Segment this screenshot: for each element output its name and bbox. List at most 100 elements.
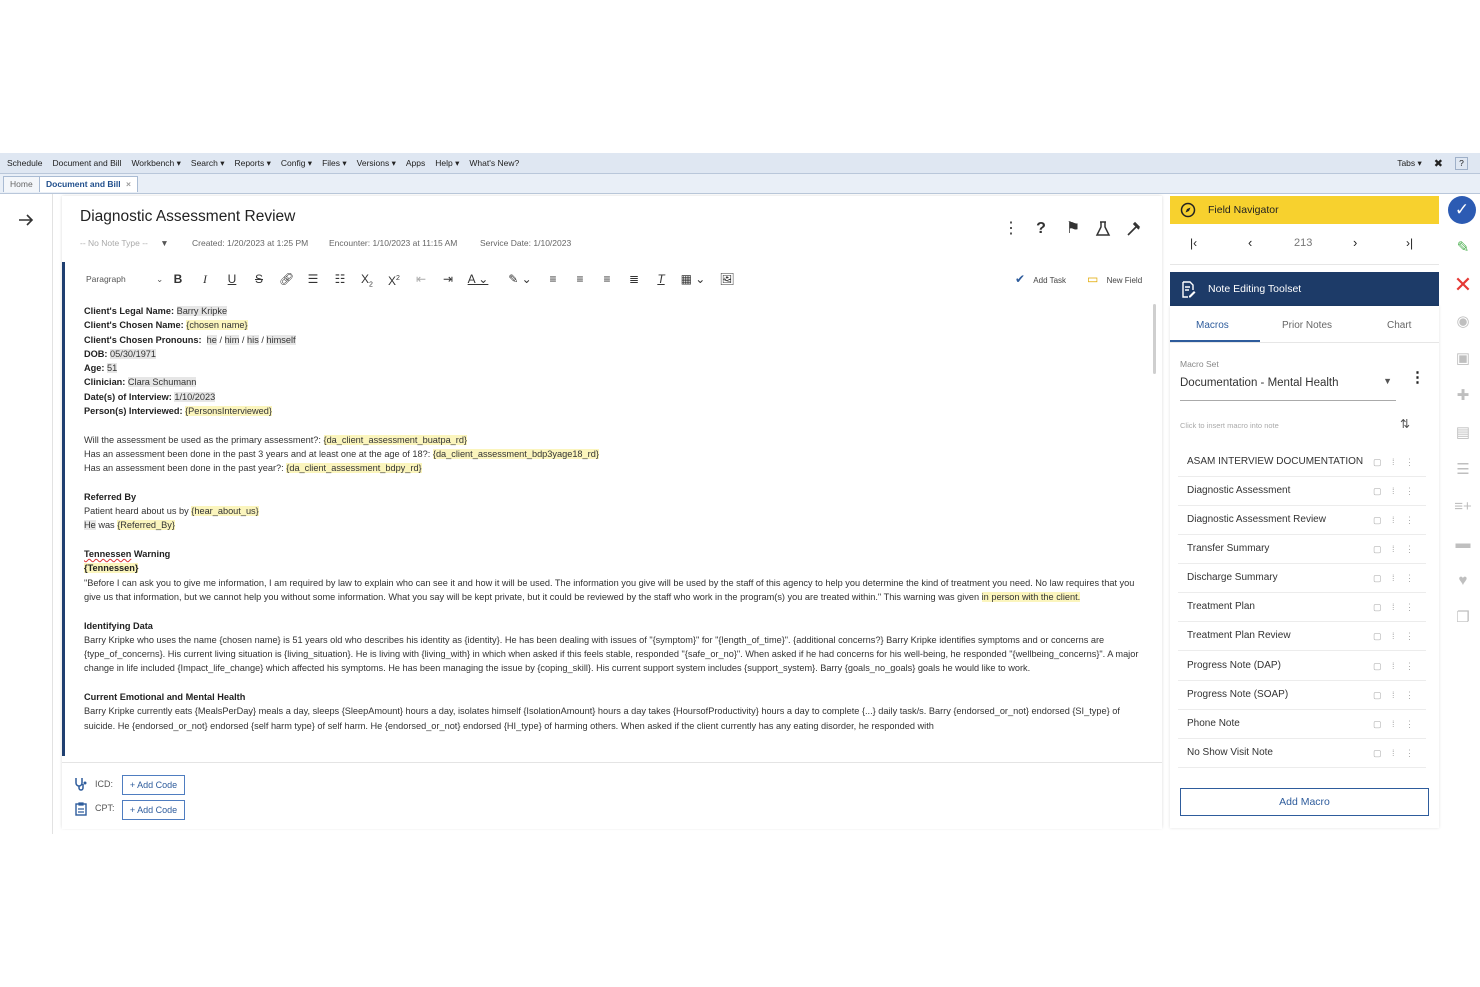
add-macro-button[interactable]: Add Macro — [1180, 788, 1429, 816]
align-center-icon[interactable]: ≡ — [573, 270, 587, 288]
macro-set-select[interactable]: Documentation - Mental Health ▼ — [1180, 372, 1396, 401]
menu-help[interactable]: Help ▾ — [435, 158, 459, 169]
menu-apps[interactable]: Apps — [406, 158, 425, 168]
pencil-icon[interactable]: ✎ — [1453, 238, 1473, 258]
new-field-button[interactable]: ▭ New Field — [1087, 272, 1142, 286]
macro-actions-icon[interactable]: ▢ ⁞ ⋮ — [1373, 506, 1418, 534]
menu-schedule[interactable]: Schedule — [7, 158, 42, 168]
table-icon[interactable]: ▦ ⌄ — [680, 270, 706, 288]
sort-icon[interactable]: ⇅ — [1400, 417, 1410, 431]
font-color-icon[interactable]: A ⌄ — [466, 270, 490, 288]
lab-flask-icon[interactable] — [1095, 221, 1111, 237]
question-icon[interactable]: ? — [1031, 219, 1051, 239]
macro-item[interactable]: Progress Note (SOAP) ▢ ⁞ ⋮ — [1178, 681, 1426, 710]
strikethrough-icon[interactable]: S — [253, 270, 265, 288]
underline-icon[interactable]: U — [226, 270, 238, 288]
macro-actions-icon[interactable]: ▢ ⁞ ⋮ — [1373, 477, 1418, 505]
macro-actions-icon[interactable]: ▢ ⁞ ⋮ — [1373, 739, 1418, 767]
macro-actions-icon[interactable]: ▢ ⁞ ⋮ — [1373, 622, 1418, 650]
tab-document-and-bill[interactable]: Document and Bill × — [39, 176, 138, 192]
macro-item[interactable]: Discharge Summary ▢ ⁞ ⋮ — [1178, 564, 1426, 593]
macro-actions-icon[interactable]: ▢ ⁞ ⋮ — [1373, 681, 1418, 709]
macro-item[interactable]: ASAM INTERVIEW DOCUMENTATION ▢ ⁞ ⋮ — [1178, 448, 1426, 477]
field-navigator-controls: |‹ ‹ 213 › ›| — [1170, 224, 1439, 265]
more-options-icon[interactable]: ⋮ — [1410, 368, 1425, 386]
link-icon[interactable]: 🔗︎ — [279, 270, 294, 288]
more-options-icon[interactable]: ⋮ — [1001, 219, 1021, 239]
bullet-list-icon[interactable]: ☷ — [333, 270, 347, 288]
subscript-icon[interactable]: X2 — [359, 270, 375, 288]
note-icon[interactable]: ▬ — [1453, 534, 1473, 554]
menu-workbench[interactable]: Workbench ▾ — [131, 158, 180, 169]
menu-files[interactable]: Files ▾ — [322, 158, 347, 169]
flag-icon[interactable]: ⚑ — [1063, 219, 1083, 239]
paragraph-select[interactable]: Paragraph ⌄ — [86, 270, 163, 288]
medical-plus-icon[interactable]: ✚ — [1453, 386, 1473, 406]
numbered-list-icon[interactable]: ☰ — [306, 270, 320, 288]
macro-item[interactable]: No Show Visit Note ▢ ⁞ ⋮ — [1178, 739, 1426, 768]
indent-icon[interactable]: ⇥ — [441, 270, 455, 288]
clear-format-icon[interactable]: T — [654, 270, 668, 288]
macro-item[interactable]: Treatment Plan ▢ ⁞ ⋮ — [1178, 593, 1426, 622]
add-cpt-code-button[interactable]: + Add Code — [122, 800, 185, 820]
close-icon[interactable]: ✕ — [1453, 274, 1473, 296]
bold-icon[interactable]: B — [172, 270, 184, 288]
copy-icon[interactable]: ❐ — [1453, 608, 1473, 628]
macro-actions-icon[interactable]: ▢ ⁞ ⋮ — [1373, 564, 1418, 592]
menu-document-and-bill[interactable]: Document and Bill — [52, 158, 121, 168]
list-icon[interactable]: ☰ — [1453, 460, 1473, 480]
menu-versions[interactable]: Versions ▾ — [357, 158, 396, 169]
menu-reports[interactable]: Reports ▾ — [234, 158, 270, 169]
sign-check-icon[interactable]: ✓ — [1448, 196, 1476, 224]
help-icon[interactable]: ? — [1455, 156, 1468, 170]
user-icon[interactable]: ◉ — [1453, 312, 1473, 332]
new-field-label: New Field — [1106, 276, 1143, 285]
note-type-select[interactable]: -- No Note Type -- ▼ — [80, 238, 169, 248]
macro-item[interactable]: Phone Note ▢ ⁞ ⋮ — [1178, 710, 1426, 739]
add-task-button[interactable]: ✔ Add Task — [1015, 272, 1066, 286]
menu-whats-new[interactable]: What's New? — [469, 158, 519, 168]
align-right-icon[interactable]: ≡ — [600, 270, 614, 288]
tab-macros[interactable]: Macros — [1196, 320, 1229, 331]
next-field-icon[interactable]: › — [1353, 235, 1357, 250]
image-icon[interactable]: 🖼︎ — [719, 270, 735, 288]
macro-actions-icon[interactable]: ▢ ⁞ ⋮ — [1373, 652, 1418, 680]
superscript-icon[interactable]: X2 — [386, 270, 402, 288]
last-field-icon[interactable]: ›| — [1406, 236, 1413, 250]
menu-tabs[interactable]: Tabs ▾ — [1397, 158, 1422, 169]
macro-actions-icon[interactable]: ▢ ⁞ ⋮ — [1373, 593, 1418, 621]
macro-item[interactable]: Treatment Plan Review ▢ ⁞ ⋮ — [1178, 622, 1426, 651]
close-icon[interactable]: × — [126, 179, 131, 189]
outdent-icon[interactable]: ⇤ — [414, 270, 428, 288]
macro-item[interactable]: Diagnostic Assessment ▢ ⁞ ⋮ — [1178, 477, 1426, 506]
add-icd-code-button[interactable]: + Add Code — [122, 775, 185, 795]
note-body[interactable]: Client's Legal Name: Barry Kripke Client… — [84, 304, 1152, 756]
arrow-right-icon[interactable] — [18, 213, 34, 227]
scrollbar[interactable] — [1153, 304, 1156, 374]
menu-config[interactable]: Config ▾ — [281, 158, 312, 169]
macro-item[interactable]: Diagnostic Assessment Review ▢ ⁞ ⋮ — [1178, 506, 1426, 535]
clipboard-icon[interactable]: ▤ — [1453, 423, 1473, 443]
macro-item[interactable]: Transfer Summary ▢ ⁞ ⋮ — [1178, 535, 1426, 564]
menu-search[interactable]: Search ▾ — [191, 158, 225, 169]
tab-prior-notes[interactable]: Prior Notes — [1282, 320, 1332, 331]
macro-actions-icon[interactable]: ▢ ⁞ ⋮ — [1373, 448, 1418, 476]
macro-list: ASAM INTERVIEW DOCUMENTATION ▢ ⁞ ⋮ Diagno… — [1170, 446, 1439, 776]
previous-field-icon[interactable]: ‹ — [1248, 235, 1252, 250]
persons-line: Person(s) Interviewed: {PersonsInterview… — [84, 406, 272, 417]
heart-icon[interactable]: ♥ — [1453, 571, 1473, 591]
hammer-icon[interactable] — [1126, 221, 1142, 237]
image-gallery-icon[interactable]: ▣ — [1453, 349, 1473, 369]
justify-icon[interactable]: ≣ — [627, 270, 641, 288]
first-field-icon[interactable]: |‹ — [1190, 236, 1197, 250]
highlight-icon[interactable]: ✎ ⌄ — [505, 270, 535, 288]
macro-actions-icon[interactable]: ▢ ⁞ ⋮ — [1373, 535, 1418, 563]
align-left-icon[interactable]: ≡ — [546, 270, 560, 288]
italic-icon[interactable]: I — [199, 270, 211, 288]
macro-actions-icon[interactable]: ▢ ⁞ ⋮ — [1373, 710, 1418, 738]
tab-chart[interactable]: Chart — [1387, 320, 1411, 331]
collapse-icon[interactable]: ✖ — [1434, 157, 1443, 170]
add-list-icon[interactable]: ≡+ — [1453, 497, 1473, 517]
tab-home[interactable]: Home — [3, 176, 40, 192]
macro-item[interactable]: Progress Note (DAP) ▢ ⁞ ⋮ — [1178, 652, 1426, 681]
